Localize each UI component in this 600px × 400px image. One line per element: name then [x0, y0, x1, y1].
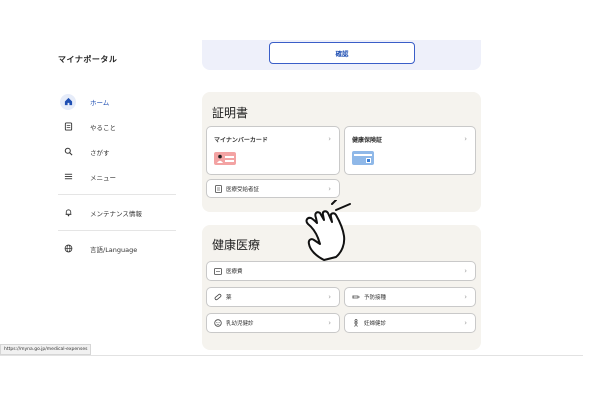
card-label: 健康保険証 — [352, 137, 383, 144]
chevron-right-icon: › — [328, 293, 331, 301]
health-insurance-tile[interactable]: 健康保険証 › — [344, 126, 476, 175]
search-icon — [60, 144, 76, 160]
card-label: 予防接種 — [364, 295, 387, 301]
mynumber-card-tile[interactable]: マイナンバーカード › — [206, 126, 340, 175]
chevron-right-icon: › — [464, 135, 467, 143]
home-icon — [60, 93, 76, 110]
status-bar-url: https://myna.go.jp/medical-expenses — [0, 344, 92, 355]
certificates-section: 証明書 マイナンバーカード › 健康保険証 › 医療受給者証 › — [202, 92, 481, 212]
sidebar: マイナポータル ホーム やること さがす メニュー メンテナンス情報 言語/La… — [58, 40, 178, 261]
chevron-right-icon: › — [328, 184, 331, 193]
document-icon — [214, 184, 222, 193]
sidebar-divider — [58, 230, 176, 231]
mynumber-card-icon — [214, 152, 236, 165]
sidebar-item-maintenance[interactable]: メンテナンス情報 — [58, 200, 178, 225]
sidebar-item-label: さがす — [90, 148, 110, 157]
insurance-card-icon — [352, 151, 374, 165]
card-label: 妊婦健診 — [364, 321, 387, 327]
page-bottom-divider — [0, 355, 583, 356]
section-title: 健康医療 — [212, 238, 261, 252]
card-label: 薬 — [226, 295, 232, 301]
sidebar-item-label: ホーム — [90, 98, 110, 107]
brand-logo[interactable]: マイナポータル — [58, 54, 178, 65]
sidebar-item-language[interactable]: 言語/Language — [58, 236, 178, 261]
chevron-right-icon: › — [464, 267, 467, 275]
card-label: 乳幼児健診 — [226, 321, 254, 327]
sidebar-item-menu[interactable]: メニュー — [58, 164, 178, 189]
confirm-button[interactable]: 確認 — [269, 42, 415, 64]
maternal-checkup-tile[interactable]: 妊婦健診 › — [344, 313, 476, 333]
sidebar-item-label: やること — [90, 123, 116, 132]
syringe-icon — [352, 293, 360, 301]
menu-icon — [60, 169, 76, 185]
bell-icon — [60, 205, 76, 221]
section-title: 証明書 — [212, 106, 249, 120]
card-label: 医療費 — [226, 269, 243, 275]
sidebar-divider — [58, 194, 176, 195]
checklist-icon — [60, 119, 76, 135]
sidebar-item-search[interactable]: さがす — [58, 139, 178, 164]
sidebar-item-home[interactable]: ホーム — [58, 89, 178, 114]
sidebar-item-label: メニュー — [90, 173, 116, 182]
sidebar-item-label: メンテナンス情報 — [90, 209, 142, 218]
sidebar-item-todo[interactable]: やること — [58, 114, 178, 139]
medicine-tile[interactable]: 薬 › — [206, 287, 340, 307]
medical-recipient-tile[interactable]: 医療受給者証 › — [206, 179, 340, 198]
chevron-right-icon: › — [328, 135, 331, 143]
sidebar-nav: ホーム やること さがす メニュー メンテナンス情報 言語/Language — [58, 89, 178, 261]
pregnant-person-icon — [352, 319, 360, 327]
chevron-right-icon: › — [464, 293, 467, 301]
globe-icon — [60, 241, 76, 257]
card-label: マイナンバーカード — [214, 137, 268, 144]
hand-pointer-icon — [305, 200, 351, 261]
confirm-panel: 確認 — [202, 40, 481, 70]
pill-icon — [214, 293, 222, 301]
card-label: 医療受給者証 — [226, 186, 260, 193]
receipt-icon — [214, 267, 222, 275]
chevron-right-icon: › — [328, 319, 331, 327]
vaccination-tile[interactable]: 予防接種 › — [344, 287, 476, 307]
infant-checkup-tile[interactable]: 乳幼児健診 › — [206, 313, 340, 333]
chevron-right-icon: › — [464, 319, 467, 327]
sidebar-item-label: 言語/Language — [90, 245, 138, 254]
baby-icon — [214, 319, 222, 327]
